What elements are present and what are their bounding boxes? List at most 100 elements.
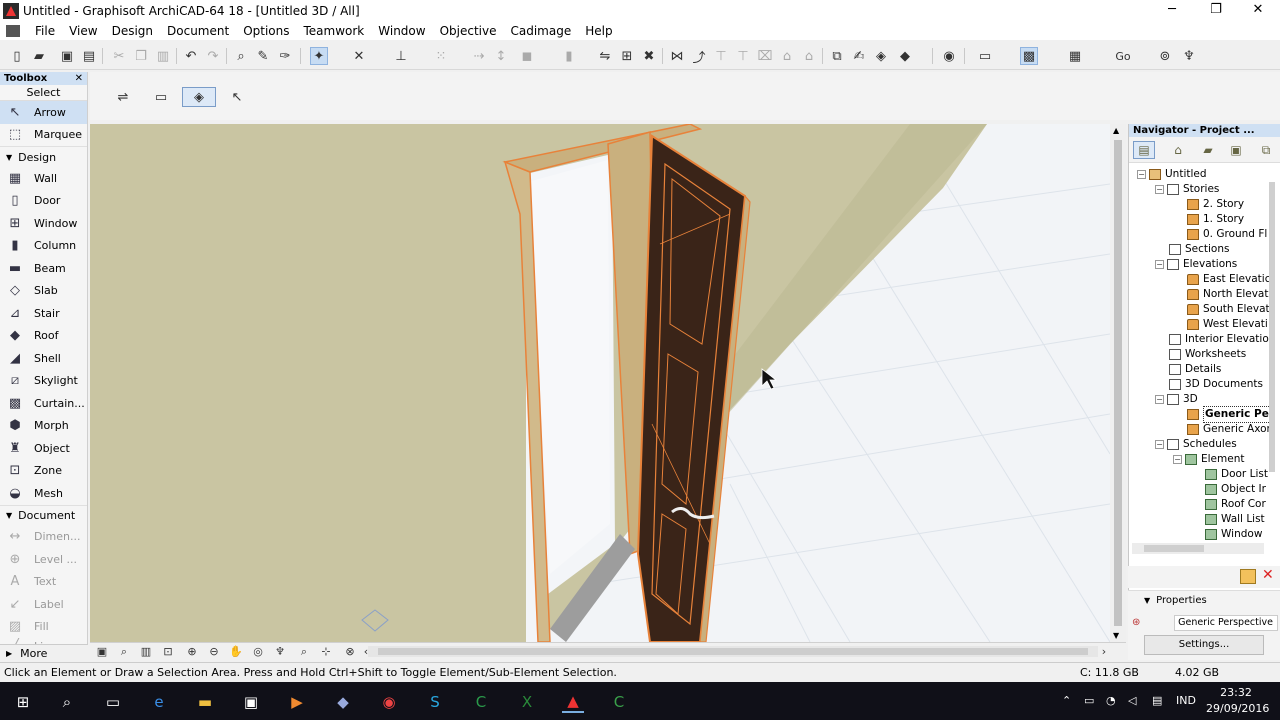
minimize-button[interactable]: ─ xyxy=(1150,0,1194,22)
tree-node-story[interactable]: 1. Story xyxy=(1187,212,1244,227)
menu-teamwork[interactable]: Teamwork xyxy=(297,22,372,40)
tool-stair[interactable]: ⊿ Stair xyxy=(0,302,87,325)
project-map-icon[interactable]: ▤ xyxy=(1133,141,1155,159)
tree-node-schedule-item[interactable]: Object Ir xyxy=(1205,482,1266,497)
layout-book-icon[interactable]: ▰ xyxy=(1197,141,1219,159)
inject-icon[interactable]: ✑ xyxy=(276,47,294,65)
new-folder-icon[interactable] xyxy=(1240,569,1256,584)
navigate-icon[interactable]: ⊹ xyxy=(318,644,334,659)
store-icon[interactable]: ▣ xyxy=(240,691,262,713)
excel-icon[interactable]: X xyxy=(516,691,538,713)
tool-label[interactable]: ↙ Label xyxy=(0,593,87,616)
properties-header[interactable]: ▼ Properties xyxy=(1144,595,1207,606)
fit-selection-icon[interactable]: ⊡ xyxy=(160,644,176,659)
tree-node-schedule-item[interactable]: Roof Cor xyxy=(1205,497,1266,512)
align-icon[interactable]: ⊥ xyxy=(392,47,410,65)
tree-node-generic-perspective[interactable]: Generic Pe xyxy=(1187,406,1269,423)
tree-node-schedules[interactable]: − Schedules xyxy=(1155,437,1237,452)
tree-node-details[interactable]: Details xyxy=(1169,362,1221,377)
roof-icon[interactable]: ⌂ xyxy=(800,47,818,65)
viewport-vertical-scrollbar[interactable]: ▲ ▼ xyxy=(1110,124,1126,642)
tree-node-elevations[interactable]: − Elevations xyxy=(1155,257,1237,272)
split-icon[interactable]: ⋈ xyxy=(668,47,686,65)
tool-fill[interactable]: ▨ Fill xyxy=(0,616,87,639)
file-explorer-icon[interactable]: ▬ xyxy=(194,691,216,713)
delete-icon[interactable]: ✖ xyxy=(640,47,658,65)
menu-view[interactable]: View xyxy=(62,22,104,40)
restore-button[interactable]: ❐ xyxy=(1194,0,1238,22)
table-icon[interactable]: ⊞ xyxy=(618,47,636,65)
view-icon[interactable]: ▦ xyxy=(1066,47,1084,65)
resize-icon[interactable]: ⌂ xyxy=(778,47,796,65)
tray-expand-icon[interactable]: ⌃ xyxy=(1062,694,1071,707)
scroll-thumb[interactable] xyxy=(378,648,1088,655)
more-tools[interactable]: ▶ More xyxy=(0,644,88,662)
scroll-thumb[interactable] xyxy=(1114,140,1122,626)
task-view-icon[interactable]: ▭ xyxy=(102,691,124,713)
tree-node-schedule-item[interactable]: Window xyxy=(1205,527,1262,542)
menu-help[interactable]: Help xyxy=(578,22,619,40)
media-player-icon[interactable]: ▶ xyxy=(286,691,308,713)
organizer-icon[interactable]: ⧉ xyxy=(1255,141,1277,159)
grid-icon[interactable]: ⁙ xyxy=(432,47,450,65)
move-icon[interactable]: ⇢ xyxy=(470,47,488,65)
tree-node-story[interactable]: 0. Ground Fl xyxy=(1187,227,1267,242)
volume-icon[interactable]: ◁ xyxy=(1128,694,1136,707)
settings-button[interactable]: Settings... xyxy=(1144,635,1264,655)
offset-icon[interactable]: ⌧ xyxy=(756,47,774,65)
pick-icon[interactable]: ✎ xyxy=(254,47,272,65)
camtasia-recorder-icon[interactable]: C xyxy=(608,691,630,713)
tree-node-3d[interactable]: −3D xyxy=(1155,392,1198,407)
3d-window-icon[interactable]: ▩ xyxy=(1020,47,1038,65)
tool-marquee[interactable]: ⬚ Marquee xyxy=(0,124,87,147)
app-icon[interactable]: ◆ xyxy=(332,691,354,713)
notifications-icon[interactable]: ▤ xyxy=(1152,694,1162,707)
go-button[interactable]: Go xyxy=(1112,47,1134,65)
tree-node-sections[interactable]: Sections xyxy=(1169,242,1229,257)
tree-node-schedule-item[interactable]: Door List xyxy=(1205,467,1268,482)
undo-icon[interactable]: ↶ xyxy=(182,47,200,65)
menu-options[interactable]: Options xyxy=(236,22,296,40)
renovation-icon[interactable]: ◉ xyxy=(940,47,958,65)
rotate-icon[interactable]: ◼ xyxy=(518,47,536,65)
tool-dimension[interactable]: ↔ Dimen... xyxy=(0,526,87,549)
tree-node-generic-axonometry[interactable]: Generic Axor xyxy=(1187,422,1269,437)
rotated-rectangle-selection-icon[interactable]: ◈ xyxy=(182,87,216,107)
tool-level-dimension[interactable]: ⊕ Level ... xyxy=(0,548,87,571)
tool-zone[interactable]: ⊡ Zone xyxy=(0,460,87,483)
camtasia-icon[interactable]: C xyxy=(470,691,492,713)
tool-object[interactable]: ♜ Object xyxy=(0,437,87,460)
publisher-icon[interactable]: ▣ xyxy=(1225,141,1247,159)
tree-node-story[interactable]: 2. Story xyxy=(1187,197,1244,212)
layers-icon[interactable]: ⧉ xyxy=(828,47,846,65)
tool-slab[interactable]: ◇ Slab xyxy=(0,280,87,303)
tool-column[interactable]: ▮ Column xyxy=(0,235,87,258)
layout-icon[interactable]: ▭ xyxy=(976,47,994,65)
input-language[interactable]: IND xyxy=(1176,694,1196,707)
tree-node-elevation[interactable]: West Elevati xyxy=(1187,317,1268,332)
explorer-icon[interactable]: ⊚ xyxy=(1156,47,1174,65)
fillet-icon[interactable]: ⊤ xyxy=(734,47,752,65)
battery-icon[interactable]: ▭ xyxy=(1084,694,1094,707)
intersect-icon[interactable]: ⊤ xyxy=(712,47,730,65)
tree-node-elevation[interactable]: East Elevatic xyxy=(1187,272,1269,287)
menu-document[interactable]: Document xyxy=(160,22,236,40)
zoom-options-icon[interactable]: ⊗ xyxy=(342,644,358,659)
tool-window[interactable]: ⊞ Window xyxy=(0,212,87,235)
scroll-thumb[interactable] xyxy=(1269,182,1275,472)
copy-icon[interactable]: ❐ xyxy=(132,47,150,65)
menu-design[interactable]: Design xyxy=(105,22,160,40)
color-icon[interactable]: ◆ xyxy=(896,47,914,65)
viewport-horizontal-scrollbar[interactable] xyxy=(368,646,1098,657)
surface-icon[interactable]: ◈ xyxy=(872,47,890,65)
pen-icon[interactable]: ✍ xyxy=(850,47,868,65)
menu-window[interactable]: Window xyxy=(371,22,432,40)
scroll-up-icon[interactable]: ▲ xyxy=(1113,126,1119,135)
archicad-taskbar-icon[interactable]: ▲ xyxy=(562,691,584,713)
search-icon[interactable]: ⌕ xyxy=(56,691,78,713)
rectangle-selection-icon[interactable]: ▭ xyxy=(148,87,174,107)
tool-text[interactable]: A Text xyxy=(0,571,87,594)
skype-icon[interactable]: S xyxy=(424,691,446,713)
3d-viewport[interactable] xyxy=(90,124,1110,642)
taskbar-clock[interactable]: 23:32 29/09/2016 xyxy=(1206,685,1269,717)
